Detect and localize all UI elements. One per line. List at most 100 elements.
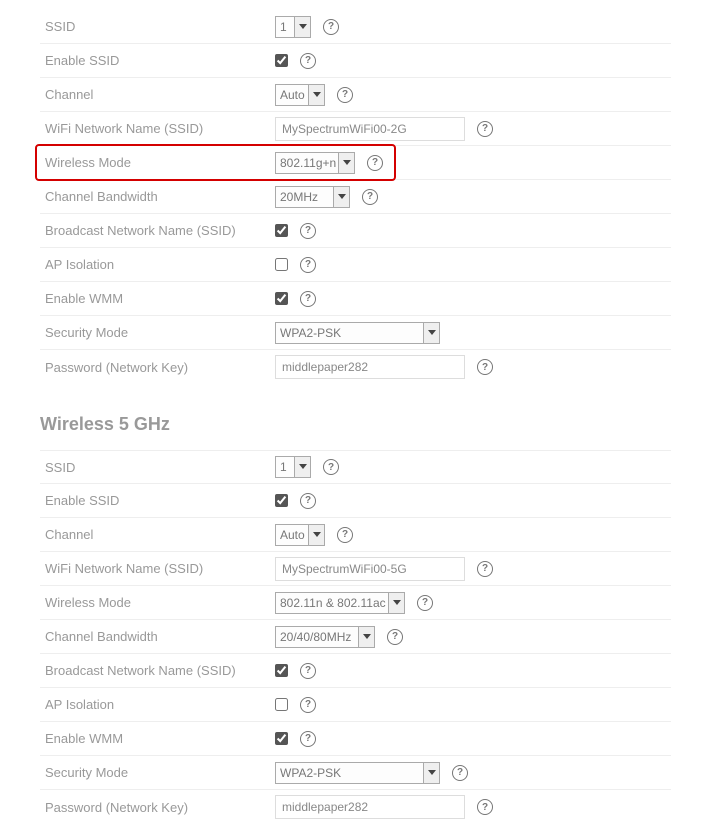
row-24-password: Password (Network Key) ? xyxy=(40,350,671,384)
input-password[interactable] xyxy=(275,355,465,379)
checkbox-enable-wmm[interactable] xyxy=(275,292,288,305)
label-network-name: WiFi Network Name (SSID) xyxy=(40,561,275,576)
help-icon[interactable]: ? xyxy=(300,257,316,273)
help-icon[interactable]: ? xyxy=(323,459,339,475)
help-icon[interactable]: ? xyxy=(323,19,339,35)
input-password[interactable] xyxy=(275,795,465,819)
row-5-security-mode: Security Mode WPA2-PSK ? xyxy=(40,756,671,790)
label-wireless-mode: Wireless Mode xyxy=(40,595,275,610)
row-5-enable-wmm: Enable WMM ? xyxy=(40,722,671,756)
input-network-name[interactable] xyxy=(275,557,465,581)
select-security-mode-value: WPA2-PSK xyxy=(280,766,341,780)
chevron-down-icon xyxy=(423,323,439,343)
help-icon[interactable]: ? xyxy=(300,493,316,509)
label-network-name: WiFi Network Name (SSID) xyxy=(40,121,275,136)
label-enable-ssid: Enable SSID xyxy=(40,493,275,508)
row-24-enable-wmm: Enable WMM ? xyxy=(40,282,671,316)
input-network-name[interactable] xyxy=(275,117,465,141)
row-5-network-name: WiFi Network Name (SSID) ? xyxy=(40,552,671,586)
checkbox-ap-isolation[interactable] xyxy=(275,698,288,711)
label-broadcast-ssid: Broadcast Network Name (SSID) xyxy=(40,223,275,238)
chevron-down-icon xyxy=(294,457,310,477)
help-icon[interactable]: ? xyxy=(300,53,316,69)
label-security-mode: Security Mode xyxy=(40,325,275,340)
select-wireless-mode-value: 802.11g+n xyxy=(280,156,336,170)
label-channel-bandwidth: Channel Bandwidth xyxy=(40,629,275,644)
help-icon[interactable]: ? xyxy=(367,155,383,171)
select-wireless-mode[interactable]: 802.11g+n xyxy=(275,152,355,174)
chevron-down-icon xyxy=(338,153,354,173)
row-24-network-name: WiFi Network Name (SSID) ? xyxy=(40,112,671,146)
help-icon[interactable]: ? xyxy=(477,799,493,815)
row-5-password: Password (Network Key) ? xyxy=(40,790,671,824)
row-5-channel: Channel Auto ? xyxy=(40,518,671,552)
select-ssid[interactable]: 1 xyxy=(275,16,311,38)
label-ssid: SSID xyxy=(40,19,275,34)
label-wireless-mode: Wireless Mode xyxy=(40,155,275,170)
label-security-mode: Security Mode xyxy=(40,765,275,780)
label-ap-isolation: AP Isolation xyxy=(40,697,275,712)
chevron-down-icon xyxy=(358,627,374,647)
checkbox-broadcast-ssid[interactable] xyxy=(275,224,288,237)
select-channel[interactable]: Auto xyxy=(275,84,325,106)
label-channel: Channel xyxy=(40,87,275,102)
row-5-broadcast-ssid: Broadcast Network Name (SSID) ? xyxy=(40,654,671,688)
help-icon[interactable]: ? xyxy=(300,291,316,307)
label-enable-wmm: Enable WMM xyxy=(40,291,275,306)
label-ssid: SSID xyxy=(40,460,275,475)
checkbox-enable-wmm[interactable] xyxy=(275,732,288,745)
select-channel-bandwidth-value: 20/40/80MHz xyxy=(280,630,351,644)
select-channel-bandwidth[interactable]: 20/40/80MHz xyxy=(275,626,375,648)
help-icon[interactable]: ? xyxy=(337,87,353,103)
help-icon[interactable]: ? xyxy=(300,697,316,713)
row-24-wireless-mode: Wireless Mode 802.11g+n ? xyxy=(40,146,671,180)
help-icon[interactable]: ? xyxy=(362,189,378,205)
select-ssid[interactable]: 1 xyxy=(275,456,311,478)
row-24-enable-ssid: Enable SSID ? xyxy=(40,44,671,78)
checkbox-enable-ssid[interactable] xyxy=(275,54,288,67)
row-5-wireless-mode: Wireless Mode 802.11n & 802.11ac ? xyxy=(40,586,671,620)
label-ap-isolation: AP Isolation xyxy=(40,257,275,272)
help-icon[interactable]: ? xyxy=(417,595,433,611)
row-24-ap-isolation: AP Isolation ? xyxy=(40,248,671,282)
help-icon[interactable]: ? xyxy=(477,359,493,375)
label-channel-bandwidth: Channel Bandwidth xyxy=(40,189,275,204)
help-icon[interactable]: ? xyxy=(300,223,316,239)
select-channel-value: Auto xyxy=(280,528,305,542)
checkbox-enable-ssid[interactable] xyxy=(275,494,288,507)
checkbox-ap-isolation[interactable] xyxy=(275,258,288,271)
help-icon[interactable]: ? xyxy=(477,121,493,137)
row-24-broadcast-ssid: Broadcast Network Name (SSID) ? xyxy=(40,214,671,248)
help-icon[interactable]: ? xyxy=(387,629,403,645)
chevron-down-icon xyxy=(294,17,310,37)
help-icon[interactable]: ? xyxy=(300,663,316,679)
select-wireless-mode-value: 802.11n & 802.11ac xyxy=(280,596,386,610)
row-5-enable-ssid: Enable SSID ? xyxy=(40,484,671,518)
select-ssid-value: 1 xyxy=(280,460,287,474)
label-channel: Channel xyxy=(40,527,275,542)
select-security-mode-value: WPA2-PSK xyxy=(280,326,341,340)
chevron-down-icon xyxy=(308,85,324,105)
checkbox-broadcast-ssid[interactable] xyxy=(275,664,288,677)
help-icon[interactable]: ? xyxy=(452,765,468,781)
label-password: Password (Network Key) xyxy=(40,800,275,815)
select-ssid-value: 1 xyxy=(280,20,287,34)
select-channel-bandwidth[interactable]: 20MHz xyxy=(275,186,350,208)
select-security-mode[interactable]: WPA2-PSK xyxy=(275,322,440,344)
select-channel-bandwidth-value: 20MHz xyxy=(280,190,318,204)
select-channel-value: Auto xyxy=(280,88,305,102)
row-24-ssid: SSID 1 ? xyxy=(40,10,671,44)
help-icon[interactable]: ? xyxy=(300,731,316,747)
select-channel[interactable]: Auto xyxy=(275,524,325,546)
label-enable-ssid: Enable SSID xyxy=(40,53,275,68)
select-wireless-mode[interactable]: 802.11n & 802.11ac xyxy=(275,592,405,614)
row-24-channel-bandwidth: Channel Bandwidth 20MHz ? xyxy=(40,180,671,214)
row-5-channel-bandwidth: Channel Bandwidth 20/40/80MHz ? xyxy=(40,620,671,654)
label-password: Password (Network Key) xyxy=(40,360,275,375)
help-icon[interactable]: ? xyxy=(337,527,353,543)
help-icon[interactable]: ? xyxy=(477,561,493,577)
row-5-ssid: SSID 1 ? xyxy=(40,450,671,484)
chevron-down-icon xyxy=(333,187,349,207)
select-security-mode[interactable]: WPA2-PSK xyxy=(275,762,440,784)
row-24-channel: Channel Auto ? xyxy=(40,78,671,112)
